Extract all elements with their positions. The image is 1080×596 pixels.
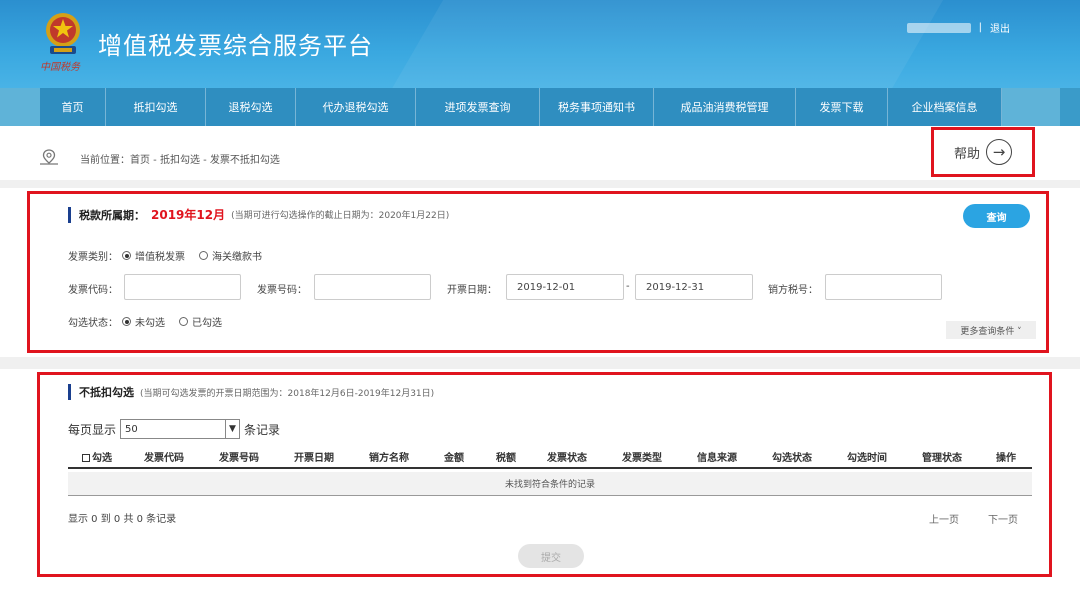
column-header: 勾选状态: [772, 453, 812, 464]
invoice-type-label: 发票类别：: [68, 252, 118, 263]
results-title: 不抵扣勾选: [79, 386, 134, 399]
per-page-control: 每页显示 50 ▼ 条记录: [68, 419, 280, 439]
column-header: 发票号码: [219, 453, 259, 464]
breadcrumb: 当前位置：首页 - 抵扣勾选 - 发票不抵扣勾选: [80, 155, 280, 166]
query-button[interactable]: 查询: [963, 204, 1030, 228]
nav-item-refund-select[interactable]: 退税勾选: [206, 88, 296, 126]
help-button[interactable]: 帮助 →: [931, 127, 1035, 177]
logout-link[interactable]: 退出: [990, 20, 1010, 35]
select-all-checkbox[interactable]: 勾选: [82, 449, 112, 464]
column-header: 金额: [444, 453, 464, 464]
radio-unchecked-icon: [199, 251, 208, 260]
radio-customs-payment[interactable]: 海关缴款书: [199, 248, 262, 263]
period-label: 税款所属期：: [79, 208, 145, 222]
radio-checked-icon: [122, 317, 131, 326]
per-page-select[interactable]: 50 ▼: [120, 419, 241, 439]
separator: |: [978, 22, 982, 33]
nav-item-tax-notice[interactable]: 税务事项通知书: [540, 88, 654, 126]
results-heading: 不抵扣勾选 (当期可勾选发票的开票日期范围为：2018年12月6日-2019年1…: [68, 384, 434, 400]
period-heading: 税款所属期： 2019年12月 (当期可进行勾选操作的截止日期为：2020年1月…: [68, 206, 449, 223]
nav-item-invoice-download[interactable]: 发票下载: [796, 88, 888, 126]
invoice-code-input[interactable]: [124, 274, 241, 300]
invoice-number-label: 发票号码：: [257, 285, 307, 296]
date-separator: -: [626, 281, 630, 292]
results-note: (当期可勾选发票的开票日期范围为：2018年12月6日-2019年12月31日): [140, 388, 435, 399]
check-status-row: 勾选状态： 未勾选 已勾选: [68, 314, 236, 329]
period-value: 2019年12月: [151, 208, 226, 222]
period-note: (当期可进行勾选操作的截止日期为：2020年1月22日): [231, 211, 450, 221]
location-icon: [40, 149, 58, 165]
nav-item-deduction-select[interactable]: 抵扣勾选: [106, 88, 206, 126]
column-header: 操作: [996, 453, 1016, 464]
submit-button[interactable]: 提交: [518, 544, 584, 568]
arrow-right-circle-icon: →: [986, 139, 1012, 165]
next-page-button[interactable]: 下一页: [988, 511, 1018, 526]
radio-checked-status[interactable]: 已勾选: [179, 314, 222, 329]
table-header: 勾选 发票代码 发票号码 开票日期 销方名称 金额 税额 发票状态 发票类型 信…: [68, 447, 1032, 469]
seller-tax-label: 销方税号：: [768, 285, 818, 296]
invoice-type-row: 发票类别： 增值税发票 海关缴款书: [68, 248, 276, 263]
prev-page-button[interactable]: 上一页: [929, 511, 959, 526]
column-header: 勾选时间: [847, 453, 887, 464]
main-nav: 首页 抵扣勾选 退税勾选 代办退税勾选 进项发票查询 税务事项通知书 成品油消费…: [0, 88, 1080, 126]
user-area: | 退出: [906, 20, 1010, 35]
nav-item-home[interactable]: 首页: [40, 88, 106, 126]
user-name-blurred[interactable]: [906, 22, 971, 33]
radio-vat-invoice[interactable]: 增值税发票: [122, 248, 185, 263]
nav-item-enterprise-info[interactable]: 企业档案信息: [888, 88, 1002, 126]
column-header: 管理状态: [922, 453, 962, 464]
invoice-code-label: 发票代码：: [68, 285, 118, 296]
record-count: 显示 0 到 0 共 0 条记录: [68, 514, 177, 525]
radio-unchecked-icon: [179, 317, 188, 326]
date-from-input[interactable]: 2019-12-01: [506, 274, 624, 300]
nav-items: 首页 抵扣勾选 退税勾选 代办退税勾选 进项发票查询 税务事项通知书 成品油消费…: [40, 88, 1002, 126]
column-header: 发票类型: [622, 453, 662, 464]
issue-date-label: 开票日期：: [447, 285, 497, 296]
column-header: 信息来源: [697, 453, 737, 464]
emblem-caption: 中国税务: [40, 62, 80, 73]
column-header: 发票代码: [144, 453, 184, 464]
more-conditions-button[interactable]: 更多查询条件 ˅: [946, 321, 1036, 339]
date-to-input[interactable]: 2019-12-31: [635, 274, 753, 300]
radio-checked-icon: [122, 251, 131, 260]
column-header: 开票日期: [294, 453, 334, 464]
radio-unchecked-status[interactable]: 未勾选: [122, 314, 165, 329]
column-header: 发票状态: [547, 453, 587, 464]
per-page-suffix: 条记录: [244, 422, 281, 437]
site-title: 增值税发票综合服务平台: [98, 32, 373, 60]
column-header: 销方名称: [369, 453, 409, 464]
tax-emblem-icon: [46, 13, 80, 54]
chevron-down-icon: ▼: [225, 420, 239, 438]
nav-item-agent-refund-select[interactable]: 代办退税勾选: [296, 88, 416, 126]
nav-item-input-invoice-query[interactable]: 进项发票查询: [416, 88, 540, 126]
empty-table-message: 未找到符合条件的记录: [68, 472, 1032, 496]
help-label: 帮助: [953, 146, 980, 162]
column-header: 税额: [496, 453, 516, 464]
invoice-number-input[interactable]: [314, 274, 431, 300]
app-header: 中国税务 增值税发票综合服务平台 | 退出: [0, 0, 1080, 88]
breadcrumb-bar: 当前位置：首页 - 抵扣勾选 - 发票不抵扣勾选: [0, 126, 1080, 184]
check-status-label: 勾选状态：: [68, 318, 118, 329]
per-page-label: 每页显示: [68, 422, 117, 437]
seller-tax-input[interactable]: [825, 274, 942, 300]
checkbox-icon: [82, 454, 90, 462]
nav-item-oil-tax[interactable]: 成品油消费税管理: [654, 88, 796, 126]
